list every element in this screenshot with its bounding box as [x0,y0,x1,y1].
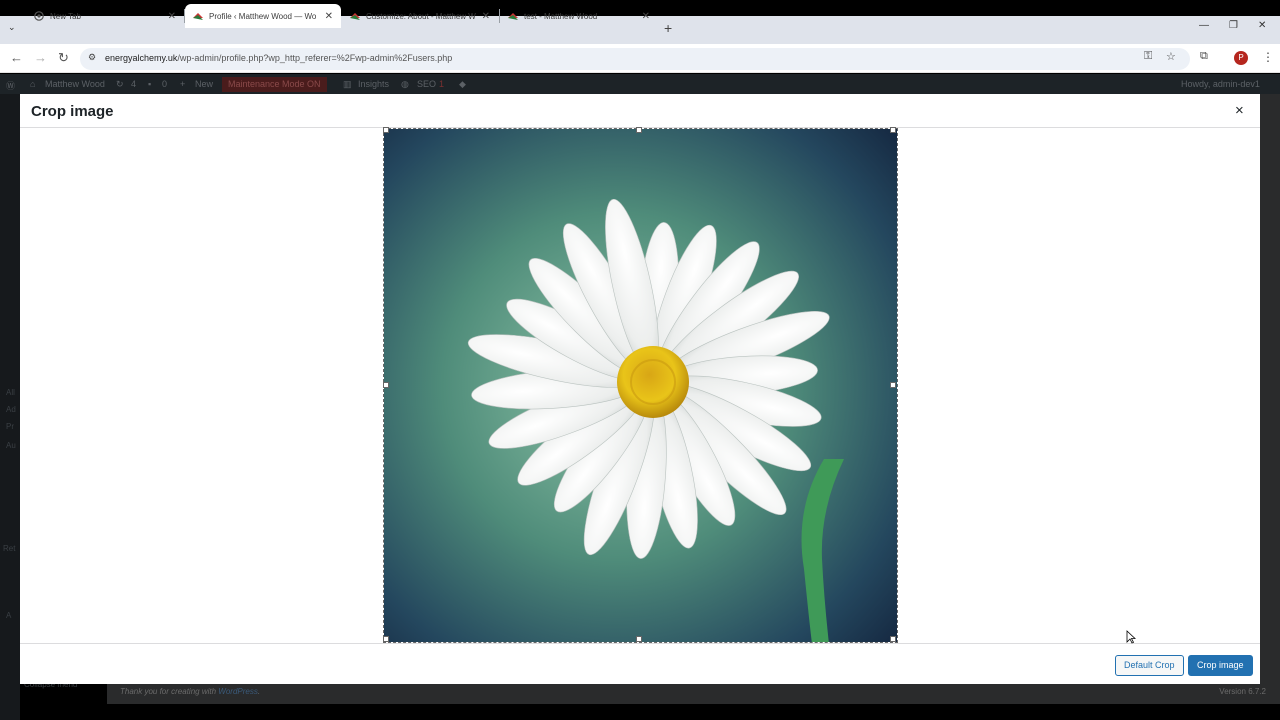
sidebar-label[interactable]: Pr [6,422,14,431]
tab-close-icon[interactable]: ✕ [168,11,176,22]
crop-handle-ne[interactable] [890,127,896,133]
seo-icon: ◍ [401,79,409,89]
default-crop-button[interactable]: Default Crop [1115,655,1184,676]
tab-close-icon[interactable]: ✕ [325,11,333,22]
sidebar-label[interactable]: All [6,388,15,397]
footer-version: Version 6.7.2 [1219,687,1266,696]
footer-thanks-suffix: . [257,687,261,696]
new-plus-icon[interactable]: + [180,79,185,89]
tab-close-icon[interactable]: ✕ [482,11,490,22]
crop-image-modal: Crop image × Default Crop Crop image [20,94,1260,684]
site-favicon-icon [350,13,360,20]
restore-icon[interactable]: ❐ [1229,20,1238,31]
modal-title: Crop image [31,103,114,120]
chrome-globe-icon [34,11,44,21]
sidebar-label[interactable]: Au [6,441,16,450]
sidebar-label[interactable]: Ad [6,405,16,414]
profile-avatar[interactable]: P [1234,51,1248,65]
daisy-image [384,129,897,642]
site-favicon-icon [508,13,518,20]
crop-handle-n[interactable] [636,127,642,133]
wp-admin-sidebar: All Ad Pr Au Ret A Collapse menu [0,94,77,720]
menu-kebab-icon[interactable]: ⋮ [1262,50,1274,64]
insights-icon: ▥ [343,79,352,89]
tab-title: test - Matthew Wood [524,11,598,21]
admin-bar-site-name[interactable]: Matthew Wood [45,79,105,89]
flower-center [617,346,689,418]
sidebar-label[interactable]: A [6,611,11,620]
wordpress-logo-icon[interactable]: Ⓦ [6,79,15,92]
tab-title: New Tab [50,11,81,21]
tab-profile[interactable]: Profile ‹ Matthew Wood — Wo ✕ [185,4,341,28]
diamond-icon[interactable]: ◆ [459,79,466,90]
tab-title: Customize: About - Matthew W [366,11,476,21]
admin-bar-new[interactable]: New [195,79,213,89]
minimize-icon[interactable]: — [1199,20,1209,31]
tab-customize[interactable]: Customize: About - Matthew W ✕ [342,4,498,28]
browser-toolbar: ← → ↻ ⚙ energyalchemy.uk/wp-admin/profil… [0,44,1280,73]
site-favicon-icon [193,13,203,20]
url-domain: energyalchemy.uk [105,53,178,63]
modal-footer: Default Crop Crop image [20,643,1260,684]
page-backdrop-right [1260,94,1280,684]
footer-wordpress-link[interactable]: WordPress [218,687,258,696]
maintenance-mode-badge[interactable]: Maintenance Mode ON [222,77,327,92]
tab-search-chevron-icon[interactable]: ⌄ [8,22,16,33]
crop-handle-w[interactable] [383,382,389,388]
modal-body [20,127,1260,643]
tab-close-icon[interactable]: ✕ [642,11,650,22]
crop-handle-sw[interactable] [383,636,389,642]
crop-handle-nw[interactable] [383,127,389,133]
crop-handle-se[interactable] [890,636,896,642]
back-icon[interactable]: ← [10,50,23,65]
tab-test[interactable]: test - Matthew Wood ✕ [500,4,658,28]
mouse-cursor-icon [1126,630,1136,644]
modal-header: Crop image × [20,94,1260,128]
reload-icon[interactable]: ↻ [58,50,69,66]
crop-selection[interactable] [383,128,898,643]
seo-badge: 1 [439,79,445,89]
wp-footer: Thank you for creating with WordPress. V… [107,684,1280,704]
close-window-icon[interactable]: ✕ [1258,20,1266,31]
crop-handle-s[interactable] [636,636,642,642]
admin-bar-insights[interactable]: Insights [358,79,389,89]
tab-new-tab[interactable]: New Tab ✕ [26,4,184,28]
wp-admin-bar: Ⓦ ⌂ Matthew Wood ↻ 4 ▪ 0 + New Maintenan… [0,74,1280,94]
forward-icon[interactable]: → [34,50,47,65]
updates-icon[interactable]: ↻ [116,79,124,90]
crop-handle-e[interactable] [890,382,896,388]
comments-count[interactable]: 0 [162,79,167,89]
tab-title: Profile ‹ Matthew Wood — Wo [209,11,317,21]
admin-bar-seo[interactable]: SEO [417,79,436,89]
home-icon[interactable]: ⌂ [30,79,35,89]
admin-bar-howdy[interactable]: Howdy, admin-dev1 [1181,79,1260,89]
new-tab-button[interactable]: + [664,20,672,36]
site-info-icon[interactable]: ⚙ [88,52,96,63]
updates-count[interactable]: 4 [131,79,136,89]
sidebar-label[interactable]: Ret [3,544,15,553]
footer-thanks: Thank you for creating with WordPress. [120,687,260,696]
comments-icon[interactable]: ▪ [148,79,151,89]
bookmark-star-icon[interactable]: ☆ [1166,50,1176,63]
url-path: /wp-admin/profile.php?wp_http_referer=%2… [177,53,453,63]
url-text[interactable]: energyalchemy.uk/wp-admin/profile.php?wp… [105,53,452,63]
extensions-icon[interactable]: ⧉ [1200,50,1208,63]
footer-thanks-prefix: Thank you for creating with [120,687,219,696]
crop-image-button[interactable]: Crop image [1188,655,1253,676]
close-icon[interactable]: × [1235,102,1244,119]
password-key-icon[interactable]: ⚿ [1144,50,1152,63]
address-bar[interactable]: ⚙ energyalchemy.uk/wp-admin/profile.php?… [80,48,1190,70]
